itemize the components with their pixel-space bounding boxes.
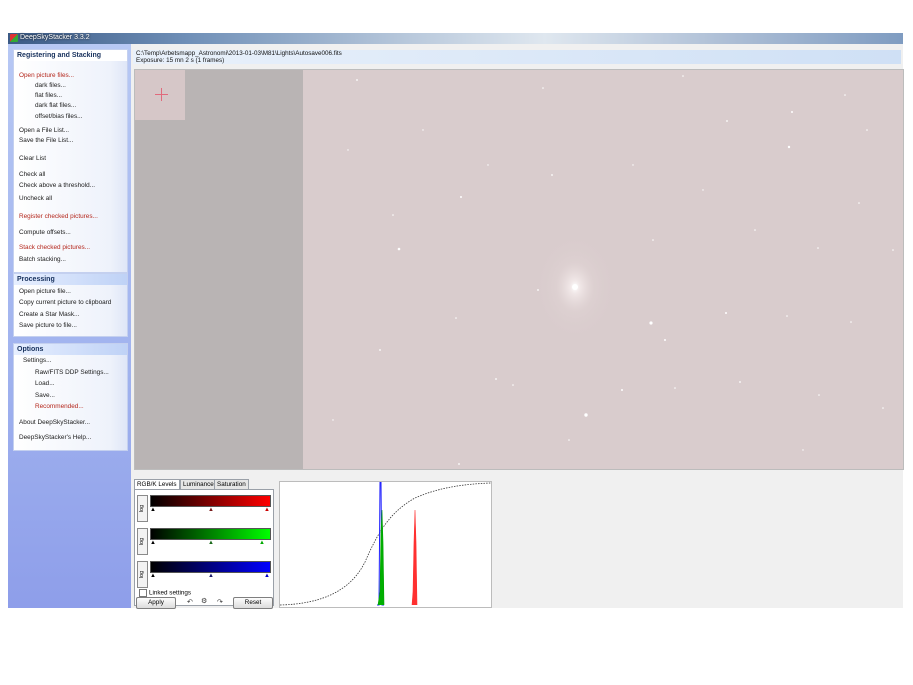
red-mid-point-handle[interactable]: ▲ (208, 507, 214, 513)
app-window: DeepSkyStacker 3.3.2 Registering and Sta… (8, 33, 904, 609)
register-checked-link[interactable]: Register checked pictures... (19, 213, 98, 220)
processing-group: Processing Open picture file... Copy cur… (13, 273, 128, 337)
copy-to-clipboard-link[interactable]: Copy current picture to clipboard (19, 299, 111, 306)
settings-gear-icon[interactable]: ⚙ (201, 597, 207, 605)
green-white-point-handle[interactable]: ▲ (259, 540, 265, 546)
thumbnail-preview[interactable] (135, 70, 185, 120)
check-above-threshold-link[interactable]: Check above a threshold... (19, 182, 95, 189)
save-file-list-link[interactable]: Save the File List... (19, 137, 73, 144)
green-mid-point-handle[interactable]: ▲ (208, 540, 214, 546)
open-picture-files-link[interactable]: Open picture files... (19, 72, 74, 79)
reset-button[interactable]: Reset (233, 597, 273, 609)
log-label: log (139, 570, 145, 579)
green-level-gradient[interactable] (150, 528, 271, 540)
levels-area: RGB/K Levels Luminance Saturation log ▲ … (131, 472, 903, 609)
curve-line (279, 482, 492, 606)
dark-files-link[interactable]: dark files... (35, 82, 66, 89)
help-link[interactable]: DeepSkyStacker's Help... (19, 434, 91, 441)
open-picture-file-link[interactable]: Open picture file... (19, 288, 71, 295)
uncheck-all-link[interactable]: Uncheck all (19, 195, 52, 202)
blue-mid-point-handle[interactable]: ▲ (208, 573, 214, 579)
crosshair-icon (155, 88, 168, 101)
blue-black-point-handle[interactable]: ▲ (150, 573, 156, 579)
undo-icon[interactable]: ↶ (187, 598, 193, 606)
save-picture-link[interactable]: Save picture to file... (19, 322, 77, 329)
registering-header: Registering and Stacking (14, 50, 127, 61)
tab-saturation[interactable]: Saturation (214, 479, 249, 489)
raw-fits-settings-link[interactable]: Raw/FITS DDP Settings... (35, 369, 109, 376)
settings-link[interactable]: Settings... (23, 357, 51, 364)
sidebar: Registering and Stacking Open picture fi… (8, 44, 131, 608)
stack-checked-link[interactable]: Stack checked pictures... (19, 244, 90, 251)
tab-luminance[interactable]: Luminance (180, 479, 217, 489)
open-file-list-link[interactable]: Open a File List... (19, 127, 69, 134)
create-star-mask-link[interactable]: Create a Star Mask... (19, 311, 79, 318)
green-black-point-handle[interactable]: ▲ (150, 540, 156, 546)
exposure-info: Exposure: 15 mn 2 s (1 frames) (136, 57, 225, 64)
astro-image[interactable] (303, 70, 903, 469)
compute-offsets-link[interactable]: Compute offsets... (19, 229, 71, 236)
log-label: log (139, 537, 145, 546)
save-settings-link[interactable]: Save... (35, 392, 55, 399)
redo-icon[interactable]: ↷ (217, 598, 223, 606)
red-white-point-handle[interactable]: ▲ (264, 507, 270, 513)
options-header: Options (14, 344, 127, 355)
app-icon (10, 34, 18, 42)
star-field (332, 75, 894, 465)
viewer-margin (135, 70, 303, 469)
blue-level-gradient[interactable] (150, 561, 271, 573)
linked-settings-checkbox[interactable]: Linked settings (139, 589, 191, 597)
image-viewer[interactable] (134, 69, 904, 470)
check-all-link[interactable]: Check all (19, 171, 45, 178)
blue-log-toggle[interactable]: log (137, 561, 148, 588)
recommended-link[interactable]: Recommended... (35, 403, 84, 410)
log-label: log (139, 504, 145, 513)
window-title: DeepSkyStacker 3.3.2 (20, 34, 90, 41)
registering-group: Registering and Stacking Open picture fi… (13, 49, 128, 273)
flat-files-link[interactable]: flat files... (35, 92, 62, 99)
load-settings-link[interactable]: Load... (35, 380, 55, 387)
red-log-toggle[interactable]: log (137, 495, 148, 522)
batch-stacking-link[interactable]: Batch stacking... (19, 256, 66, 263)
clear-list-link[interactable]: Clear List (19, 155, 46, 162)
linked-settings-label: Linked settings (149, 589, 192, 597)
file-path: C:\Temp\Arbetsmapp_Astronomi\2013-01-03\… (136, 50, 342, 57)
red-histogram (411, 509, 418, 606)
main-area: C:\Temp\Arbetsmapp_Astronomi\2013-01-03\… (131, 44, 904, 609)
options-group: Options Settings... Raw/FITS DDP Setting… (13, 343, 128, 451)
checkbox-icon[interactable] (139, 589, 147, 597)
offset-bias-files-link[interactable]: offset/bias files... (35, 113, 82, 120)
red-level-gradient[interactable] (150, 495, 271, 507)
processing-header: Processing (14, 274, 127, 285)
dark-flat-files-link[interactable]: dark flat files... (35, 102, 76, 109)
histogram (279, 481, 492, 608)
apply-button[interactable]: Apply (136, 597, 176, 609)
rgb-levels-panel: log ▲ ▲ ▲ log ▲ ▲ ▲ log ▲ ▲ ▲ Linked set… (134, 489, 274, 606)
title-bar: DeepSkyStacker 3.3.2 (8, 33, 903, 44)
about-link[interactable]: About DeepSkyStacker... (19, 419, 90, 426)
info-bar: C:\Temp\Arbetsmapp_Astronomi\2013-01-03\… (133, 50, 901, 64)
red-black-point-handle[interactable]: ▲ (150, 507, 156, 513)
histogram-plot (279, 481, 492, 606)
green-log-toggle[interactable]: log (137, 528, 148, 555)
blue-white-point-handle[interactable]: ▲ (264, 573, 270, 579)
